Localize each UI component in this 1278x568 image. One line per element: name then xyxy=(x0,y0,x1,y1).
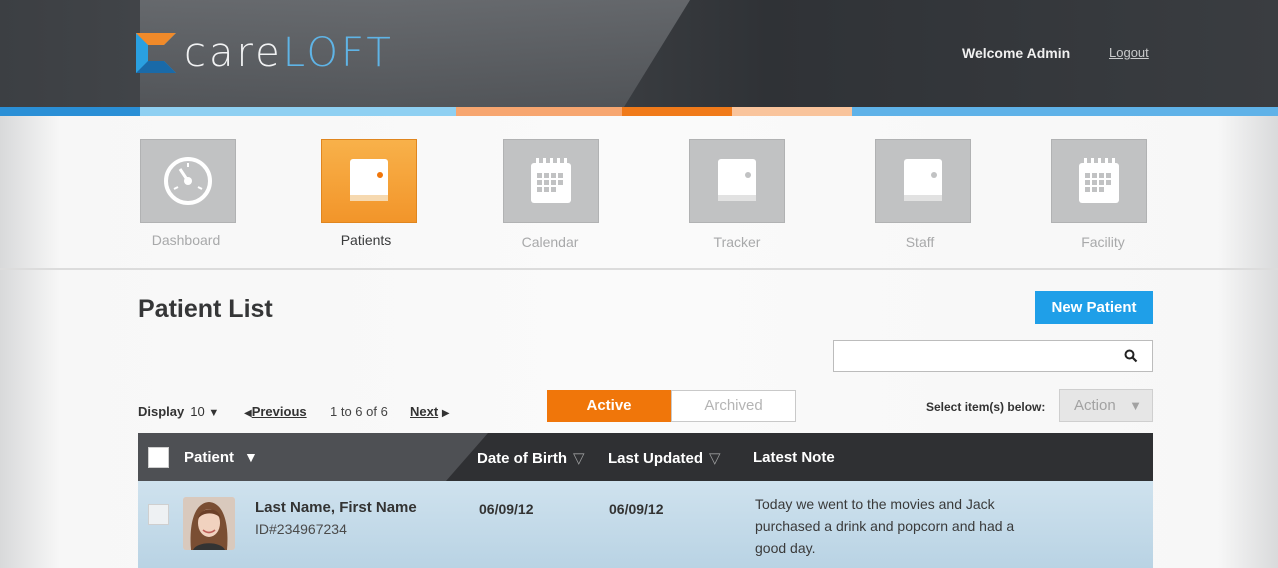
color-stripe xyxy=(0,107,1278,116)
logout-link[interactable]: Logout xyxy=(1109,45,1149,60)
main-nav: Dashboard Patients Calendar Tracker Staf… xyxy=(0,116,1278,268)
patient-latest-note: Today we went to the movies and Jack pur… xyxy=(755,496,1015,556)
nav-divider xyxy=(0,268,1278,270)
nav-label-patients: Patients xyxy=(340,232,392,248)
caret-right-icon: ▶ xyxy=(441,408,450,419)
search-input[interactable] xyxy=(834,341,1114,371)
book-icon xyxy=(904,159,942,201)
nav-tile-patients[interactable] xyxy=(321,139,417,223)
caret-down-icon: ▼ xyxy=(208,407,220,419)
select-items-label: Select item(s) below: xyxy=(926,400,1046,414)
column-date-of-birth[interactable]: Date of Birth ▽ xyxy=(477,449,585,467)
nav-tile-calendar[interactable] xyxy=(503,139,599,223)
column-latest-note: Latest Note xyxy=(753,449,835,466)
column-last-updated[interactable]: Last Updated ▽ xyxy=(608,449,721,467)
nav-label-calendar: Calendar xyxy=(521,234,579,250)
nav-label-staff: Staff xyxy=(905,234,935,250)
page-title: Patient List xyxy=(138,295,273,323)
column-patient[interactable]: Patient ▼ xyxy=(184,449,258,466)
welcome-text: Welcome Admin xyxy=(962,45,1071,61)
select-all-checkbox[interactable] xyxy=(148,447,169,468)
logo-text: careLOFT xyxy=(184,30,394,76)
display-control: Display 10 ▼ xyxy=(138,404,219,419)
caret-left-icon: ◀ xyxy=(244,408,252,419)
app-header: careLOFT Welcome Admin Logout xyxy=(0,0,1278,107)
sort-icon: ▽ xyxy=(573,450,585,467)
status-toggle: Active Archived xyxy=(547,390,796,422)
sort-down-icon: ▼ xyxy=(244,449,258,465)
table-row[interactable]: Last Name, First Name ID#234967234 06/09… xyxy=(138,481,1153,568)
display-select[interactable]: 10 ▼ xyxy=(190,404,219,419)
patient-photo xyxy=(183,497,235,550)
search-box xyxy=(833,340,1153,372)
page-range: 1 to 6 of 6 xyxy=(330,404,388,419)
nav-tile-dashboard[interactable] xyxy=(140,139,236,223)
sort-icon: ▽ xyxy=(709,450,721,467)
search-icon[interactable] xyxy=(1124,349,1138,363)
tab-active[interactable]: Active xyxy=(547,390,671,422)
previous-link[interactable]: ◀Previous xyxy=(244,404,307,419)
careloft-logo[interactable]: careLOFT xyxy=(136,33,394,73)
book-icon xyxy=(350,159,388,201)
gauge-icon xyxy=(164,157,212,205)
avatar xyxy=(183,497,235,550)
nav-label-tracker: Tracker xyxy=(713,234,761,250)
calendar-icon xyxy=(1079,158,1119,203)
nav-label-dashboard: Dashboard xyxy=(151,232,221,248)
patient-dob: 06/09/12 xyxy=(479,501,534,517)
nav-tile-facility[interactable] xyxy=(1051,139,1147,223)
calendar-icon xyxy=(531,158,571,203)
tab-archived[interactable]: Archived xyxy=(671,390,796,422)
book-icon xyxy=(718,159,756,201)
nav-tile-staff[interactable] xyxy=(875,139,971,223)
patient-id: ID#234967234 xyxy=(255,521,347,537)
patient-last-updated: 06/09/12 xyxy=(609,501,664,517)
nav-label-facility: Facility xyxy=(1081,234,1125,250)
caret-down-icon: ▼ xyxy=(1129,398,1142,413)
row-checkbox[interactable] xyxy=(148,504,169,525)
action-dropdown[interactable]: Action ▼ xyxy=(1059,389,1153,422)
new-patient-button[interactable]: New Patient xyxy=(1035,291,1153,324)
patient-name[interactable]: Last Name, First Name xyxy=(255,499,417,516)
logo-mark-icon xyxy=(136,33,176,73)
display-label: Display xyxy=(138,404,185,419)
table-header: Patient ▼ Date of Birth ▽ Last Updated ▽ La… xyxy=(138,433,1153,481)
nav-tile-tracker[interactable] xyxy=(689,139,785,223)
next-link[interactable]: Next ▶ xyxy=(410,404,450,419)
app-page: careLOFT Welcome Admin Logout Dashboard … xyxy=(0,0,1278,568)
